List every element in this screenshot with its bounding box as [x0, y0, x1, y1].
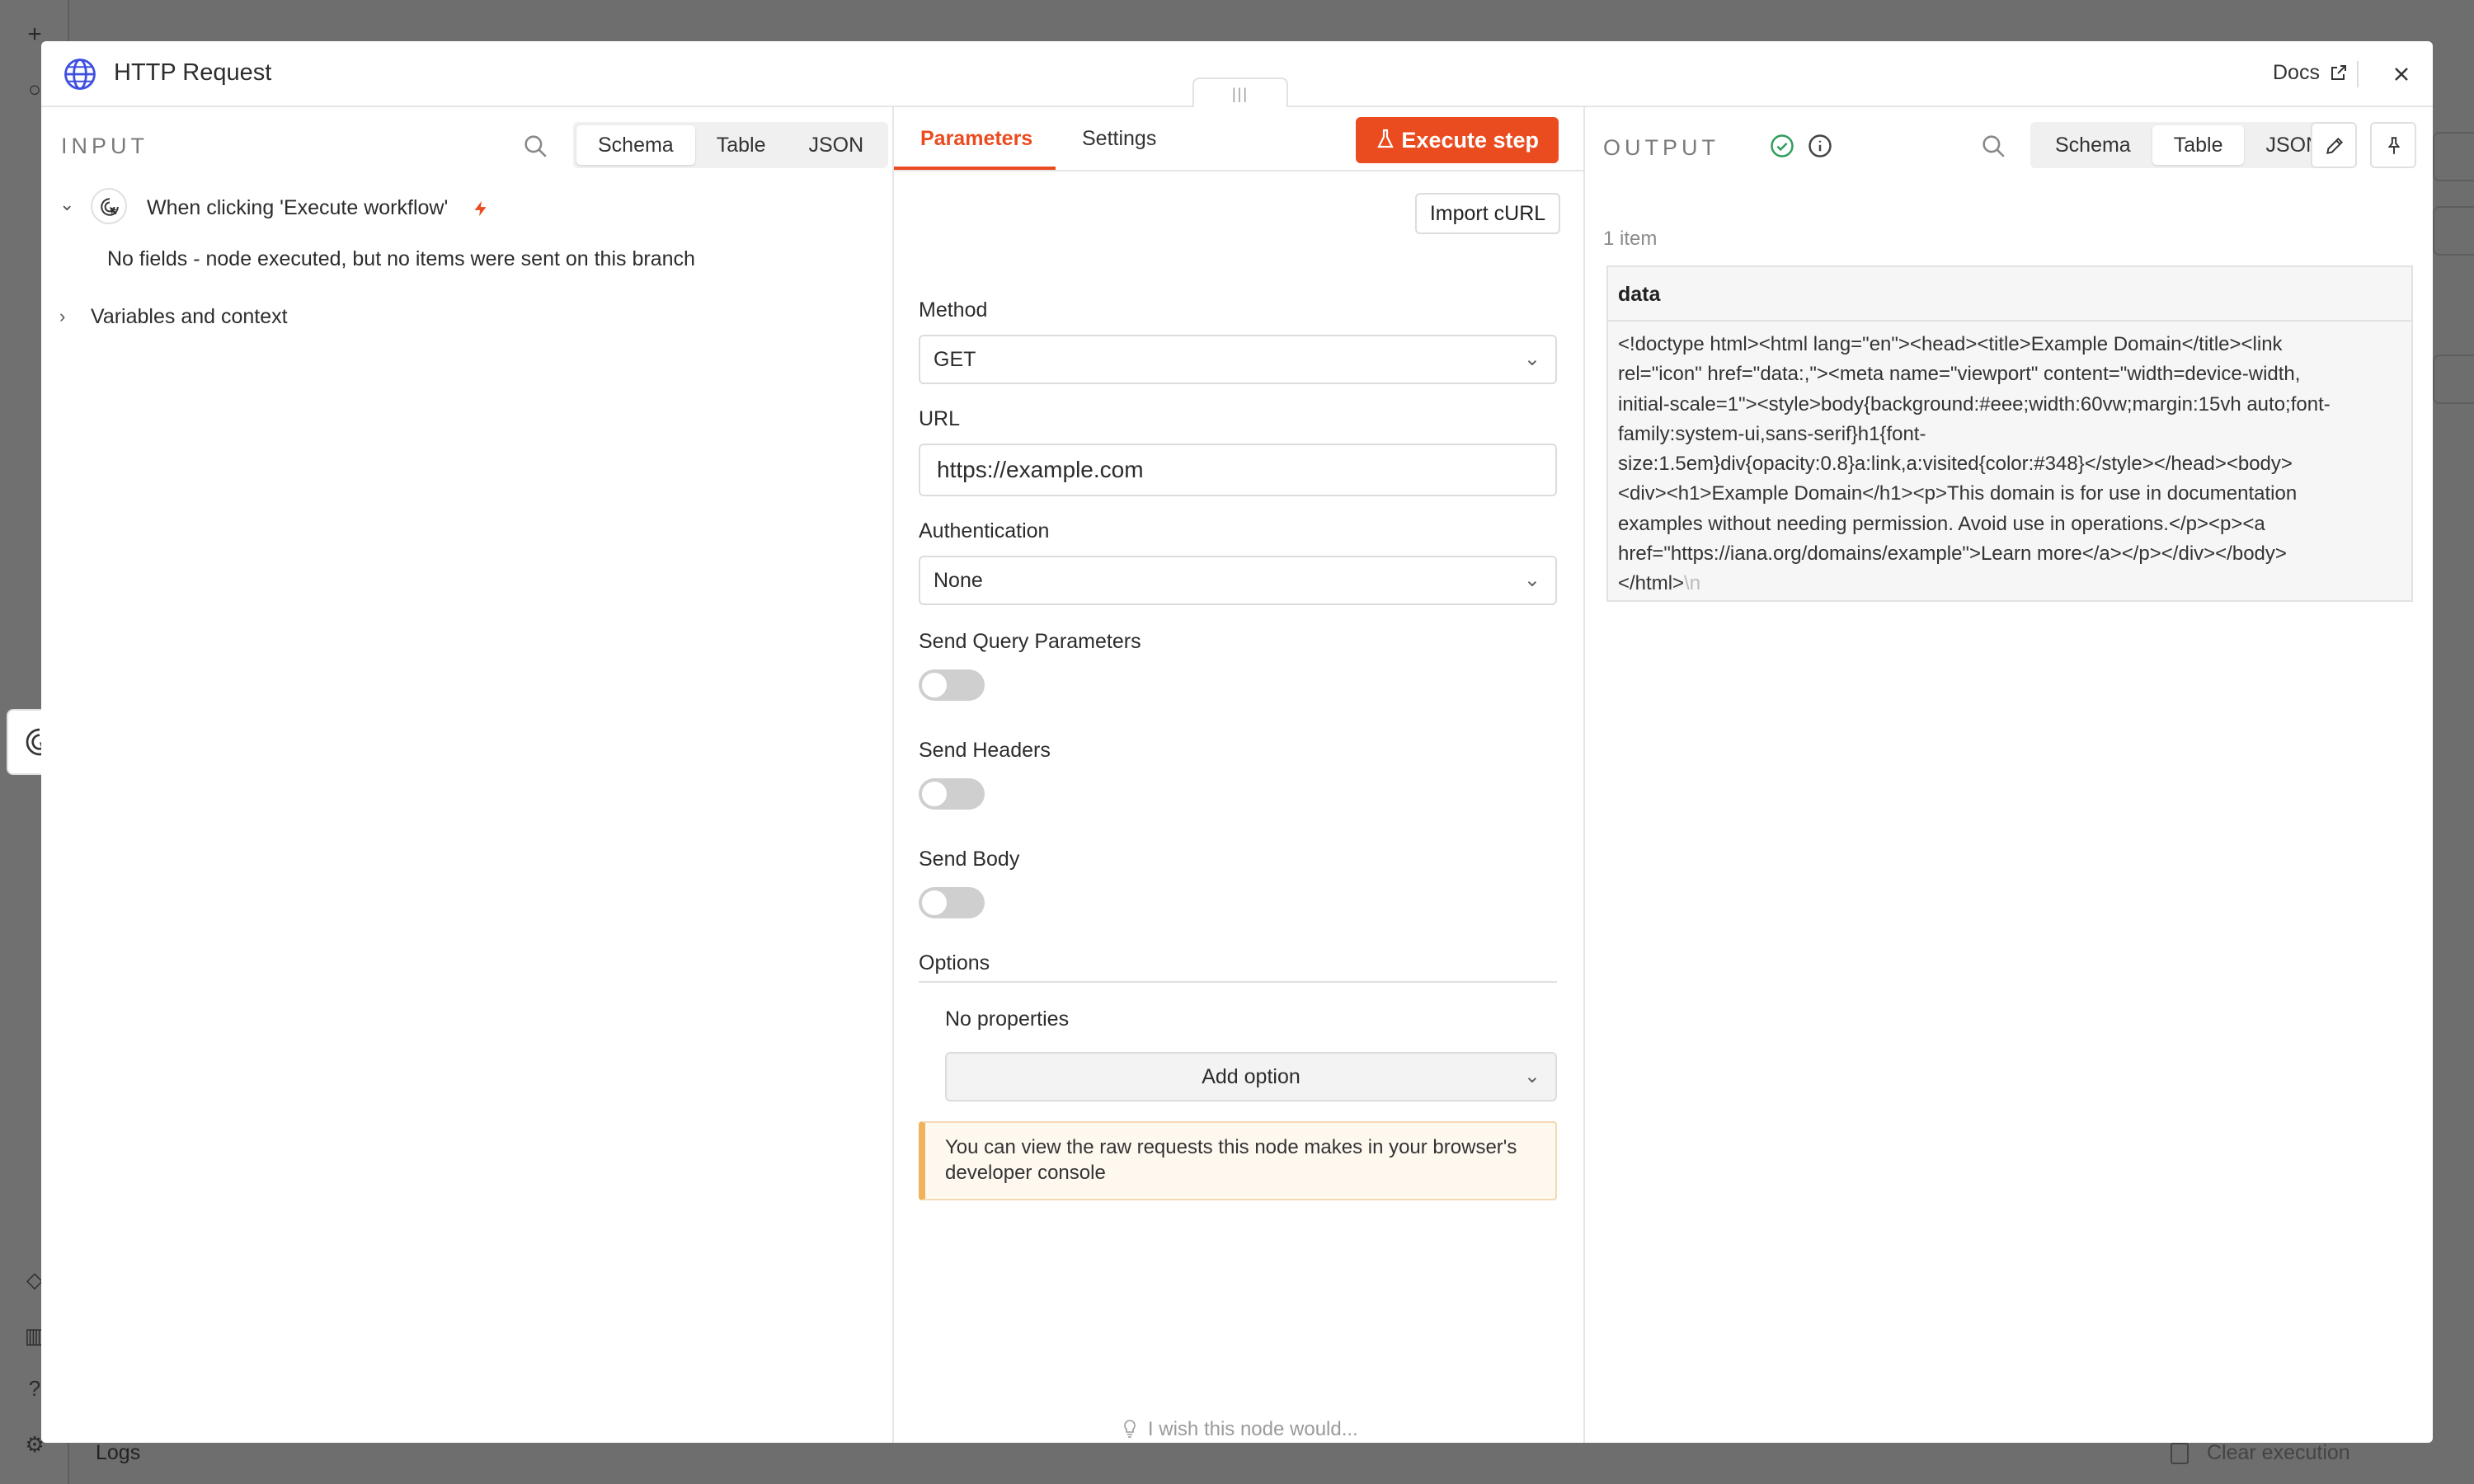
output-panel: OUTPUT Schema Table JSON 1 item data <!d… [1585, 107, 2433, 1443]
trigger-node-icon [91, 188, 127, 224]
import-curl-button[interactable]: Import cURL [1415, 193, 1560, 234]
parameters-tabs: Parameters Settings Execute step [894, 107, 1587, 171]
external-link-icon [2331, 65, 2346, 80]
send-headers-label: Send Headers [919, 739, 1051, 762]
send-query-label: Send Query Parameters [919, 630, 1141, 653]
cell-line: href="https://iana.org/domains/example">… [1618, 542, 2287, 566]
output-table: data <!doctype html><html lang="en"><hea… [1606, 265, 2413, 602]
clear-execution-button: Clear execution [2207, 1441, 2350, 1464]
modal-title: HTTP Request [114, 59, 272, 86]
cell-line: <!doctype html><html lang="en"><head><ti… [1618, 333, 2283, 355]
lightning-icon [474, 200, 487, 217]
parameters-panel: Parameters Settings Execute step Import … [892, 107, 1587, 1443]
output-view-table[interactable]: Table [2152, 125, 2245, 165]
pin-icon [2387, 137, 2401, 154]
input-view-json[interactable]: JSON [787, 125, 885, 165]
feedback-label: I wish this node would... [1147, 1418, 1358, 1440]
search-icon[interactable] [1979, 132, 2007, 160]
globe-icon [64, 59, 96, 90]
output-view-switcher: Schema Table JSON [2030, 122, 2346, 168]
method-value: GET [934, 348, 976, 371]
send-body-label: Send Body [919, 848, 1020, 871]
input-panel: INPUT Schema Table JSON ⌄ When clicking … [41, 107, 892, 1443]
url-label: URL [919, 407, 961, 430]
cell-line: family:system-ui,sans-serif}h1{font- [1618, 422, 1926, 445]
newline-marker: \n [1684, 572, 1701, 595]
close-modal-button[interactable] [2385, 58, 2418, 91]
output-view-schema[interactable]: Schema [2034, 125, 2152, 165]
tab-settings[interactable]: Settings [1082, 127, 1156, 151]
cell-line-last: </html>\n [1618, 569, 2401, 599]
cell-line: examples without needing permission. Avo… [1618, 512, 2265, 535]
tab-parameters[interactable]: Parameters [920, 127, 1032, 151]
cell-line: size:1.5em}div{opacity:0.8}a:link,a:visi… [1618, 453, 2293, 476]
send-query-toggle[interactable] [919, 669, 985, 701]
cell-line: <div><h1>Example Domain</h1><p>This doma… [1618, 482, 2298, 505]
success-check-icon [1771, 134, 1794, 157]
pin-output-button[interactable] [2370, 122, 2416, 168]
trash-icon [2171, 1443, 2189, 1464]
table-cell-data[interactable]: <!doctype html><html lang="en"><head><ti… [1608, 322, 2411, 600]
chevron-down-icon[interactable]: ⌄ [59, 195, 76, 214]
input-view-table[interactable]: Table [695, 125, 788, 165]
cell-line: </html> [1618, 572, 1685, 595]
variables-context-item[interactable]: Variables and context [91, 305, 288, 329]
background-card [2433, 132, 2474, 181]
search-icon[interactable] [521, 132, 549, 160]
cell-line: initial-scale=1"><style>body{background:… [1618, 392, 2331, 416]
no-properties-text: No properties [945, 1007, 1070, 1031]
pointer-click-icon [101, 198, 119, 216]
method-select[interactable]: GET ⌄ [919, 335, 1557, 384]
execute-step-label: Execute step [1401, 128, 1539, 153]
close-icon [2395, 68, 2408, 81]
input-view-schema[interactable]: Schema [576, 125, 695, 165]
input-panel-label: INPUT [61, 134, 148, 158]
chevron-down-icon: ⌄ [1523, 569, 1540, 591]
flask-icon [1377, 129, 1394, 148]
trigger-node-message: No fields - node executed, but no items … [107, 247, 695, 270]
output-panel-label: OUTPUT [1603, 135, 1719, 160]
cell-line: rel="icon" href="data:,"><meta name="vie… [1618, 363, 2301, 386]
pencil-icon [2326, 137, 2344, 154]
chevron-down-icon: ⌄ [1523, 1065, 1540, 1087]
trigger-node-name[interactable]: When clicking 'Execute workflow' [147, 196, 448, 220]
send-body-toggle[interactable] [919, 887, 985, 918]
options-divider [919, 981, 1557, 983]
item-count: 1 item [1603, 228, 1658, 250]
authentication-label: Authentication [919, 519, 1050, 542]
background-card [2433, 206, 2474, 256]
add-option-button[interactable]: Add option ⌄ [945, 1052, 1557, 1101]
background-card [2433, 355, 2474, 404]
info-icon[interactable] [1808, 134, 1832, 158]
header-divider [2357, 61, 2359, 87]
method-label: Method [919, 298, 988, 322]
chevron-right-icon[interactable]: › [59, 308, 76, 326]
add-option-label: Add option [1202, 1065, 1300, 1088]
docs-link[interactable]: Docs [2273, 61, 2346, 87]
node-details-modal: HTTP Request Docs ||| INPUT Schema Table… [41, 41, 2433, 1443]
docs-label: Docs [2273, 61, 2320, 84]
lightbulb-icon [1124, 1420, 1136, 1438]
developer-console-notice: You can view the raw requests this node … [919, 1121, 1557, 1200]
edit-output-button[interactable] [2311, 122, 2357, 168]
feedback-link[interactable]: I wish this node would... [894, 1418, 1587, 1441]
logs-label: Logs [96, 1441, 141, 1464]
url-input[interactable]: https://example.com [919, 444, 1557, 496]
authentication-select[interactable]: None ⌄ [919, 556, 1557, 605]
options-label: Options [919, 951, 990, 974]
send-headers-toggle[interactable] [919, 778, 985, 810]
panel-drag-handle[interactable]: ||| [1192, 77, 1288, 109]
authentication-value: None [934, 569, 983, 592]
execute-step-button[interactable]: Execute step [1356, 117, 1559, 163]
active-tab-indicator [894, 167, 1056, 170]
input-view-switcher: Schema Table JSON [573, 122, 889, 168]
chevron-down-icon: ⌄ [1523, 348, 1540, 370]
table-header-data: data [1608, 267, 2411, 322]
